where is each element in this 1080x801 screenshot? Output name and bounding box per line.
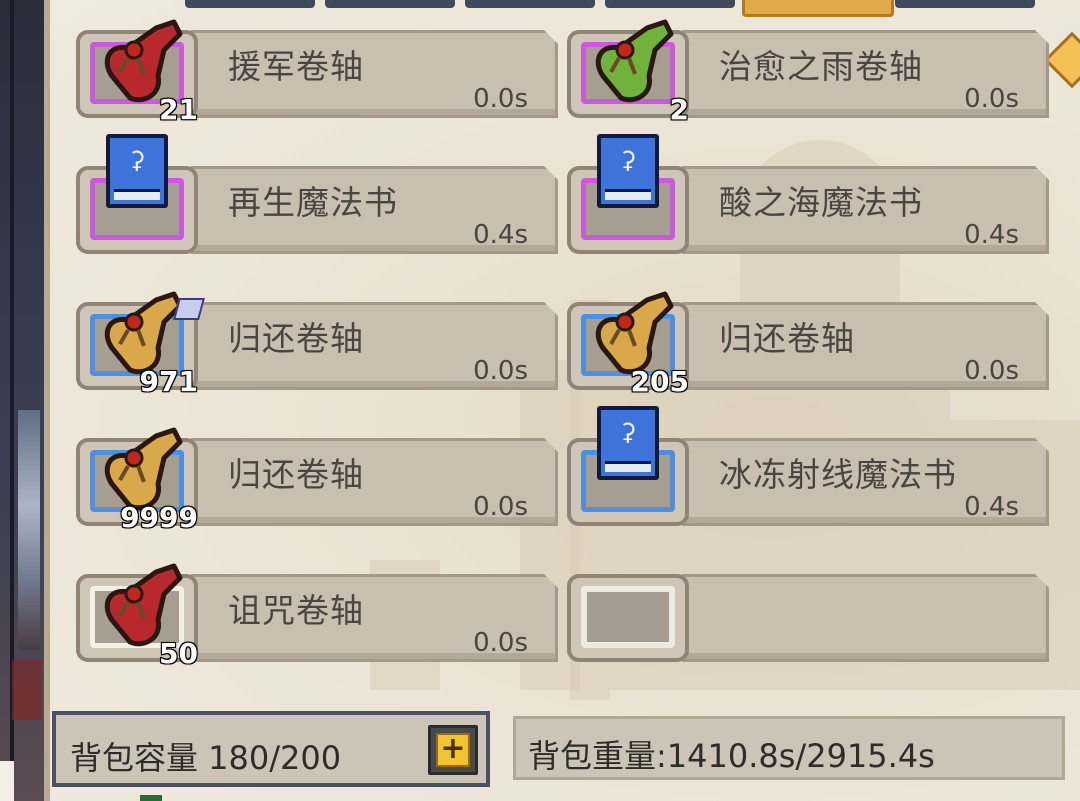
item-count: 21 [158,92,199,127]
item-cast-time: 0.0s [473,84,528,114]
item-name: 诅咒卷轴 [228,591,364,630]
plus-icon: + [436,733,470,767]
item-name: 归还卷轴 [228,455,364,494]
item-slot[interactable]: 971 [76,302,205,399]
item-cast-time: 0.0s [473,356,528,386]
backpack-capacity: 背包容量 180/200 + [52,711,490,787]
tab-stub[interactable] [325,0,455,8]
item-slot[interactable]: ⚳ [76,134,198,254]
item-info-bar [682,574,1049,662]
item-slot[interactable]: 9999 [76,438,199,535]
inventory-item[interactable]: 205 归还卷轴 0.0s [567,282,1049,399]
tab-stub[interactable] [895,0,1035,8]
green-scroll-icon [585,14,681,110]
item-count: 2 [668,92,690,127]
item-count: 205 [630,364,690,399]
inventory-item[interactable]: 9999 归还卷轴 0.0s [76,418,558,535]
blue-spellbook-icon: ⚳ [597,134,663,212]
backpack-weight: 背包重量:1410.8s/2915.4s [513,716,1065,780]
blue-spellbook-icon: ⚳ [106,134,172,212]
item-cast-time: 0.4s [473,220,528,250]
item-name: 归还卷轴 [719,319,855,358]
item-cast-time: 0.0s [473,628,528,658]
expand-capacity-button[interactable]: + [428,725,478,775]
tab-stub[interactable] [465,0,595,8]
inventory-item[interactable]: 21 援军卷轴 0.0s [76,10,558,127]
tab-stub[interactable] [605,0,735,8]
item-name: 援军卷轴 [228,47,364,86]
item-slot[interactable]: 2 [567,30,690,127]
item-slot[interactable]: 50 [76,574,199,671]
inventory-item[interactable]: ⚳ 再生魔法书 0.4s [76,134,558,258]
blue-spellbook-icon: ⚳ [597,406,663,484]
item-name: 酸之海魔法书 [719,183,923,222]
item-slot[interactable]: 205 [567,302,690,399]
bottom-edge-decoration [140,795,162,801]
item-name: 归还卷轴 [228,319,364,358]
item-cast-time: 0.4s [964,492,1019,522]
item-cast-time: 0.4s [964,220,1019,250]
rarity-frame [581,586,675,648]
item-count: 9999 [119,500,199,535]
capacity-label: 背包容量 180/200 [70,739,342,777]
background-scene-strip [0,0,50,801]
item-count: 50 [158,636,199,671]
item-slot[interactable]: 21 [76,30,199,127]
item-count: 971 [139,364,199,399]
inventory-item[interactable]: ⚳ 冰冻射线魔法书 0.4s [567,406,1049,530]
item-cast-time: 0.0s [473,492,528,522]
inventory-item[interactable]: ⚳ 酸之海魔法书 0.4s [567,134,1049,258]
item-name: 再生魔法书 [228,183,398,222]
tab-stub[interactable] [185,0,315,8]
item-name: 冰冻射线魔法书 [719,455,957,494]
weight-label: 背包重量:1410.8s/2915.4s [528,737,935,775]
empty-item-slot[interactable] [567,554,1049,666]
inventory-item[interactable]: 2 治愈之雨卷轴 0.0s [567,10,1049,127]
inventory-item[interactable]: 971 归还卷轴 0.0s [76,282,558,399]
item-name: 治愈之雨卷轴 [719,47,923,86]
inventory-item[interactable]: 50 诅咒卷轴 0.0s [76,554,558,671]
item-cast-time: 0.0s [964,84,1019,114]
item-slot[interactable] [567,574,689,662]
item-slot[interactable]: ⚳ [567,406,689,526]
item-slot[interactable]: ⚳ [567,134,689,254]
item-cast-time: 0.0s [964,356,1019,386]
